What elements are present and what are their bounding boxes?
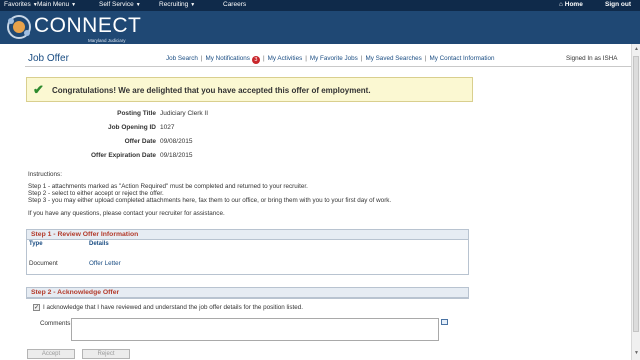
- connect-logo-icon: [7, 15, 31, 39]
- top-nav-bar: Favorites ▼ Main Menu ▼ Self Service ▼ Recr…: [0, 0, 640, 11]
- instructions-step1: Step 1 - attachments marked as "Action R…: [28, 183, 308, 190]
- offer-date-value: 09/08/2015: [160, 138, 193, 145]
- posting-title-label: Posting Title: [117, 110, 156, 117]
- scroll-up-icon[interactable]: ▲: [634, 46, 639, 52]
- sign-out-link[interactable]: Sign out: [605, 1, 631, 8]
- offer-expiration-label: Offer Expiration Date: [90, 152, 156, 159]
- offer-date-label: Offer Date: [124, 138, 156, 145]
- main-menu-label: Main Menu: [37, 1, 70, 8]
- link-separator: |: [305, 55, 307, 62]
- chevron-down-icon: ▼: [190, 2, 196, 8]
- job-opening-id-label: Job Opening ID: [107, 124, 156, 131]
- acknowledge-checkbox[interactable]: ✓: [33, 304, 40, 311]
- home-icon: ⌂: [559, 1, 563, 8]
- page-title: Job Offer: [28, 53, 69, 64]
- details-column-header: Details: [89, 241, 109, 247]
- comments-textarea[interactable]: [71, 318, 439, 341]
- notification-count-badge: 3: [251, 56, 260, 64]
- home-label: Home: [564, 1, 583, 8]
- job-search-link[interactable]: Job Search: [166, 55, 198, 62]
- signed-in-label: Signed In as ISHA: [566, 55, 618, 62]
- my-notifications-label: My Notifications: [205, 55, 250, 62]
- brand-subtitle: Maryland Judiciary: [88, 38, 126, 43]
- my-activities-link[interactable]: My Activities: [268, 55, 303, 62]
- chevron-down-icon: ▼: [135, 2, 141, 8]
- divider: [25, 66, 631, 67]
- check-icon: ✔: [33, 82, 44, 97]
- chevron-down-icon: ▼: [71, 2, 77, 8]
- recruiting-label: Recruiting: [159, 1, 189, 8]
- vertical-scrollbar[interactable]: ▲ ▼: [631, 44, 640, 360]
- scrollbar-thumb[interactable]: [633, 56, 639, 332]
- self-service-label: Self Service: [99, 1, 134, 8]
- careers-link[interactable]: Careers: [223, 1, 246, 8]
- favorites-menu[interactable]: Favorites ▼: [4, 1, 38, 8]
- brand-header: CONNECT Maryland Judiciary: [0, 11, 640, 44]
- instructions-step3: Step 3 - you may either upload completed…: [28, 197, 392, 204]
- instructions-questions: If you have any questions, please contac…: [28, 210, 225, 217]
- instructions-heading: Instructions:: [28, 171, 62, 178]
- link-separator: |: [200, 55, 203, 62]
- step2-title: Step 2 - Acknowledge Offer: [27, 288, 468, 298]
- favorites-label: Favorites: [4, 1, 31, 8]
- brand-name: CONNECT: [34, 14, 142, 37]
- home-link[interactable]: ⌂ Home: [559, 1, 583, 8]
- expand-comments-icon[interactable]: [441, 319, 448, 325]
- my-saved-searches-link[interactable]: My Saved Searches: [365, 55, 421, 62]
- instructions-step2: Step 2 - select to either accept or reje…: [28, 190, 164, 197]
- offer-letter-link[interactable]: Offer Letter: [89, 260, 121, 267]
- quick-links: Job Search | My Notifications 3 | My Activiti…: [166, 55, 495, 64]
- step1-section: Step 1 - Review Offer Information: [26, 229, 469, 275]
- congratulations-banner: ✔ Congratulations! We are delighted that…: [26, 77, 473, 102]
- step1-title: Step 1 - Review Offer Information: [27, 230, 468, 240]
- reject-button[interactable]: Reject: [82, 349, 130, 359]
- main-menu[interactable]: Main Menu ▼: [37, 1, 76, 8]
- accept-button[interactable]: Accept: [27, 349, 75, 359]
- self-service-menu[interactable]: Self Service ▼: [99, 1, 141, 8]
- posting-title-value: Judiciary Clerk II: [160, 110, 209, 117]
- link-separator: |: [262, 55, 265, 62]
- link-separator: |: [360, 55, 363, 62]
- recruiting-menu[interactable]: Recruiting ▼: [159, 1, 195, 8]
- type-column-header: Type: [29, 241, 43, 247]
- my-favorite-jobs-link[interactable]: My Favorite Jobs: [310, 55, 358, 62]
- job-opening-id-value: 1027: [160, 124, 175, 131]
- acknowledge-text: I acknowledge that I have reviewed and u…: [43, 304, 303, 311]
- congratulations-message: Congratulations! We are delighted that y…: [52, 86, 371, 95]
- my-contact-information-link[interactable]: My Contact Information: [429, 55, 494, 62]
- step2-section: Step 2 - Acknowledge Offer: [26, 287, 469, 299]
- offer-expiration-value: 09/18/2015: [160, 152, 193, 159]
- my-notifications-link[interactable]: My Notifications 3: [205, 55, 260, 64]
- document-type-cell: Document: [29, 260, 58, 267]
- scroll-down-icon[interactable]: ▼: [634, 350, 639, 356]
- link-separator: |: [424, 55, 427, 62]
- comments-label: Comments: [40, 320, 71, 327]
